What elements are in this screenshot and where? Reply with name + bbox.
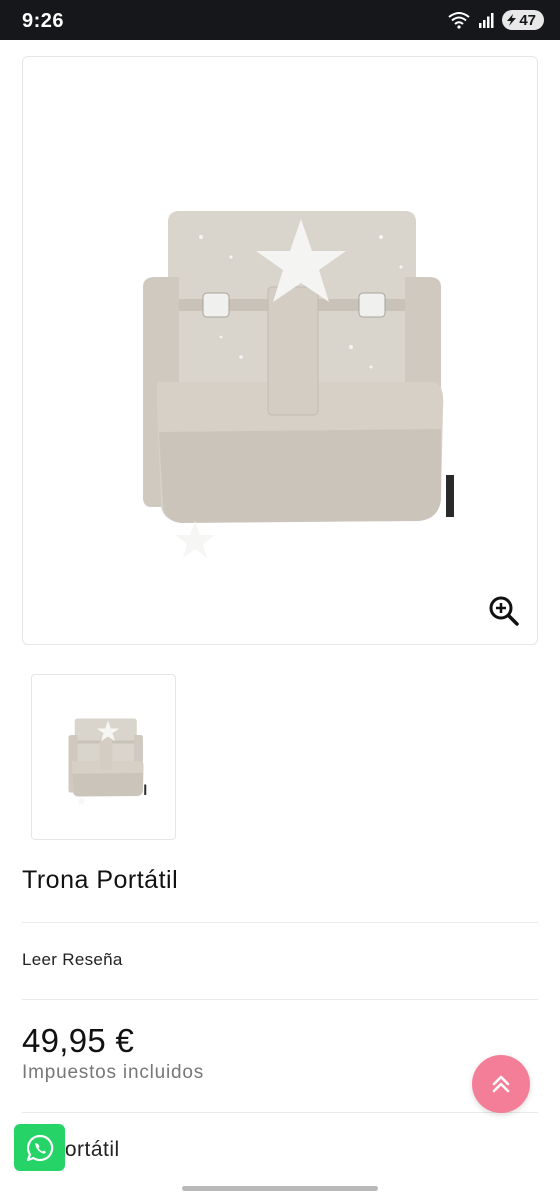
tax-note: Impuestos incluidos — [22, 1062, 205, 1083]
charging-icon — [507, 14, 517, 26]
scroll-to-top-button[interactable] — [472, 1055, 530, 1113]
divider — [22, 922, 538, 923]
status-icons: 47 — [448, 10, 544, 30]
divider — [22, 999, 538, 1000]
home-indicator[interactable] — [182, 1186, 378, 1191]
whatsapp-icon — [26, 1134, 53, 1161]
product-main-image[interactable] — [22, 56, 538, 645]
booster-seat-thumbnail-image — [68, 718, 147, 806]
divider — [22, 1112, 538, 1113]
product-title: Trona Portátil — [22, 866, 179, 894]
zoom-in-icon — [489, 596, 519, 626]
whatsapp-button[interactable] — [14, 1124, 65, 1171]
status-bar: 9:26 47 — [0, 0, 560, 40]
scroll-to-top-icon — [492, 1075, 510, 1093]
wifi-icon — [448, 12, 470, 29]
battery-icon: 47 — [502, 10, 544, 30]
read-review-link[interactable]: Leer Reseña — [22, 950, 123, 970]
booster-seat-image — [143, 211, 454, 558]
battery-level: 47 — [519, 11, 536, 29]
status-time: 9:26 — [22, 10, 65, 32]
product-thumbnail[interactable] — [31, 674, 176, 840]
product-price: 49,95 € — [22, 1022, 135, 1059]
signal-icon — [479, 13, 494, 28]
zoom-button[interactable] — [487, 594, 521, 628]
